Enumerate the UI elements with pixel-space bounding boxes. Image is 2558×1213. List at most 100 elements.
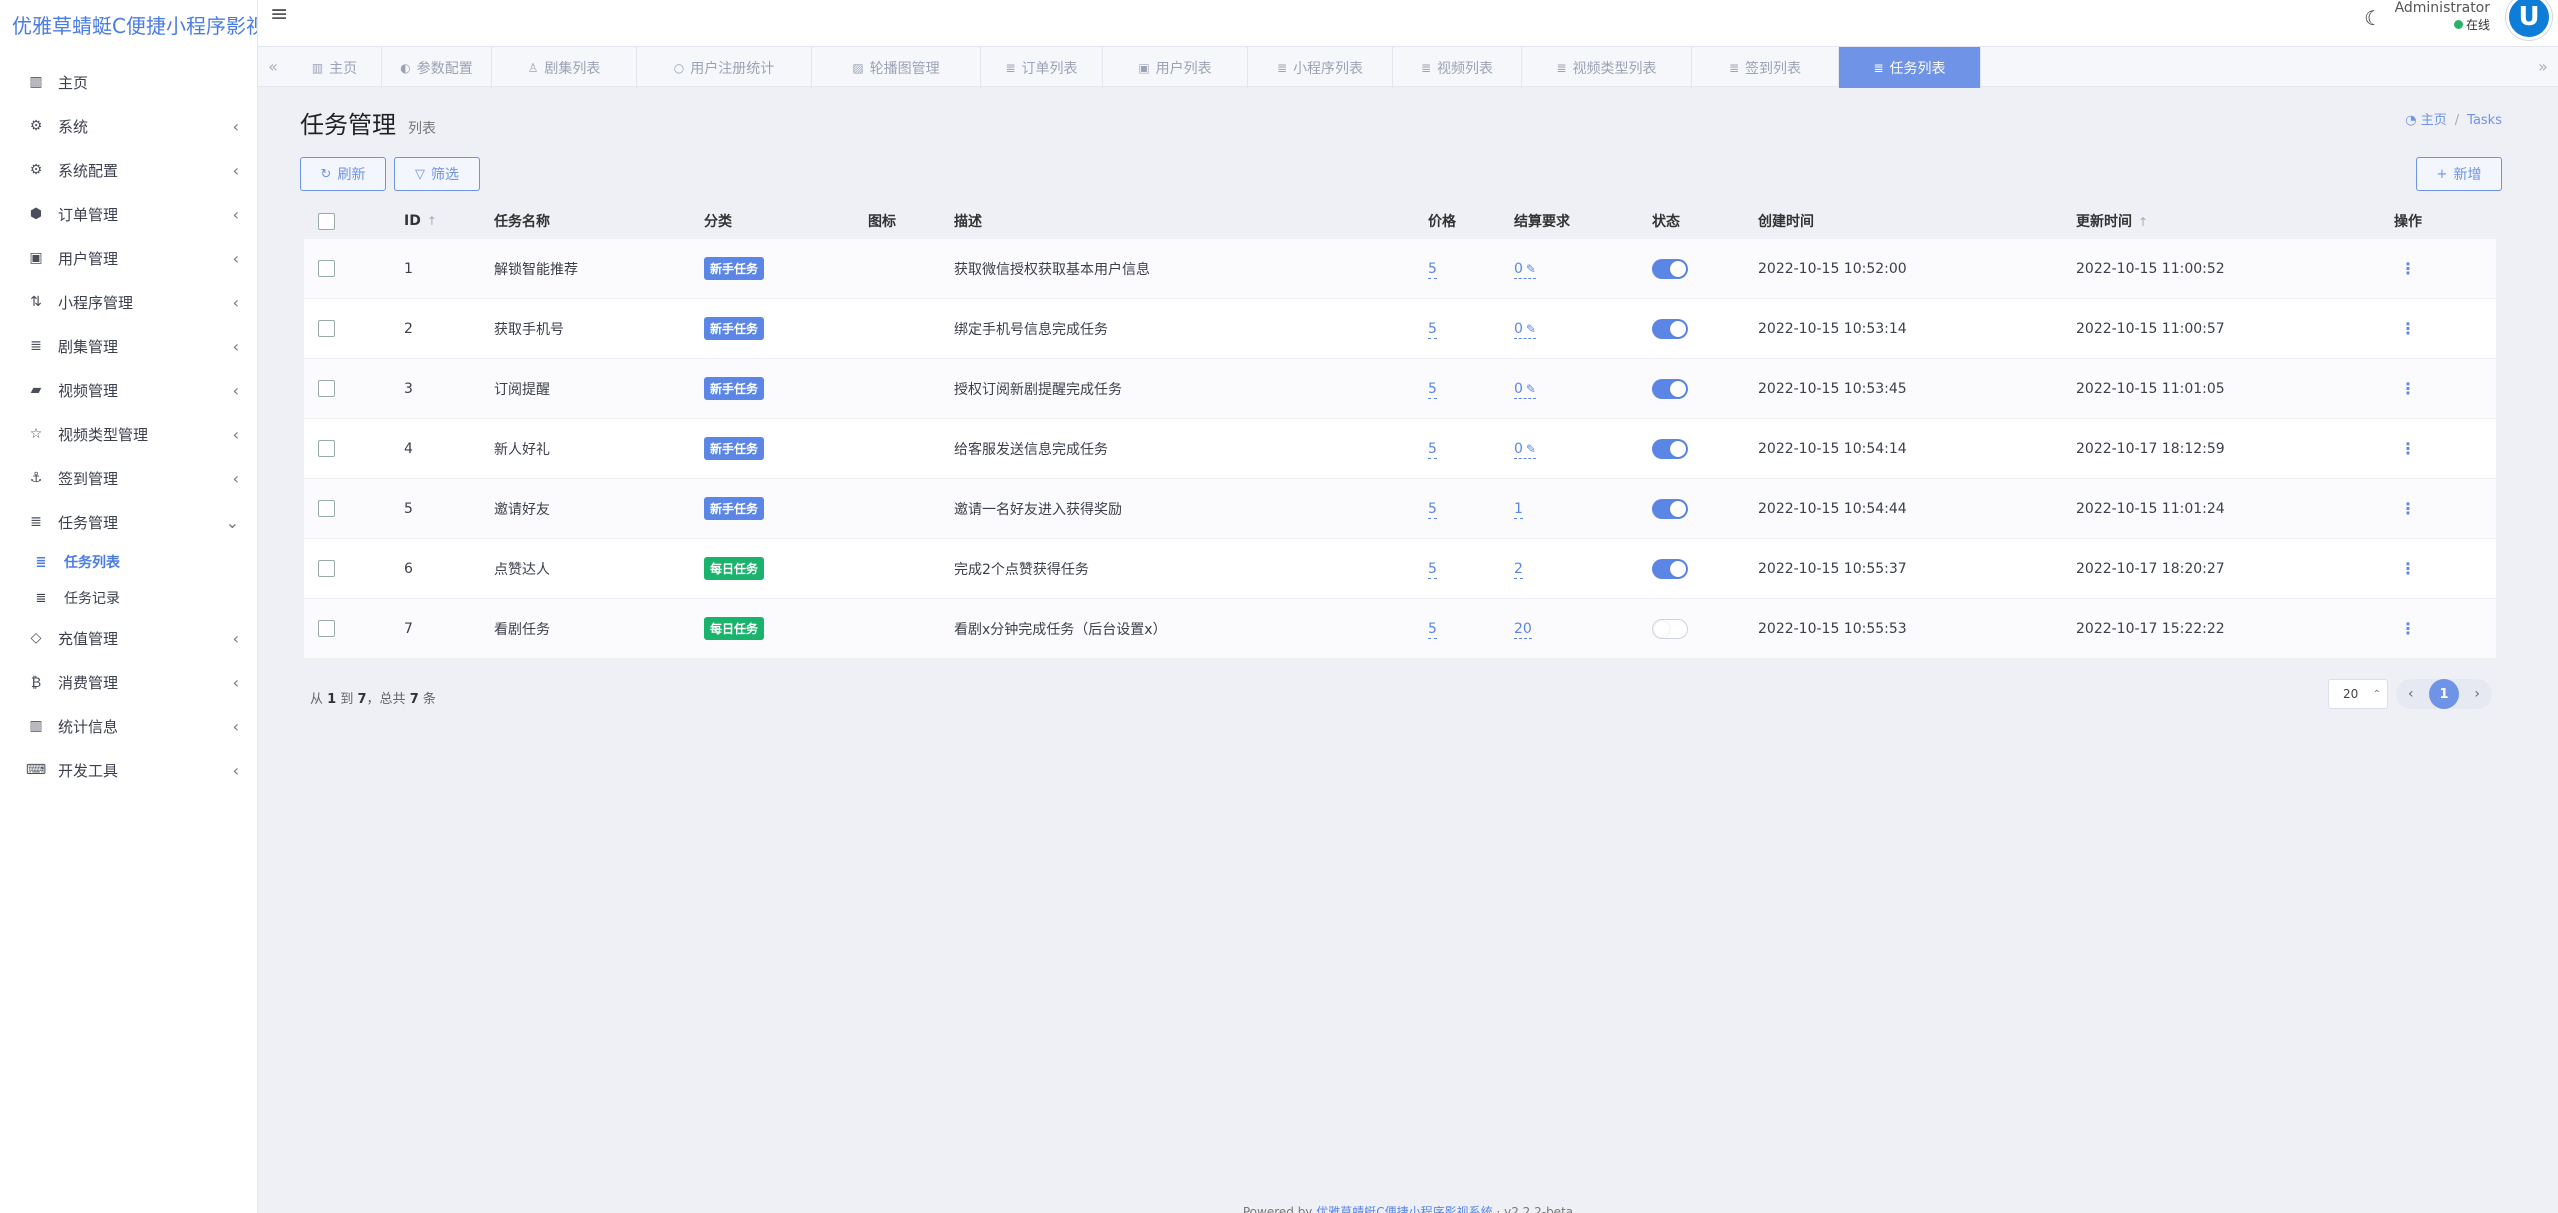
tab[interactable]: ≣ 视频列表 [1393,47,1522,88]
sidebar-item[interactable]: ⌨ 开发工具 ‹ [0,748,257,792]
sidebar-item[interactable]: ⇅ 小程序管理 ‹ [0,280,257,324]
user-info[interactable]: Administrator 在线 [2395,0,2490,33]
price-editable[interactable]: 5 [1428,320,1437,339]
sidebar-item[interactable]: ≣ 剧集管理 ‹ [0,324,257,368]
price-editable[interactable]: 5 [1428,380,1437,399]
cogs-icon: ⚙ [29,162,43,178]
price-editable[interactable]: 5 [1428,620,1437,639]
tab[interactable]: ≣ 视频类型列表 [1522,47,1692,88]
sidebar-item[interactable]: ☆ 视频类型管理 ‹ [0,412,257,456]
status-toggle[interactable] [1652,558,1688,579]
cell-requirement: 0 ✎ [1500,260,1638,279]
requirement-editable[interactable]: 0 ✎ [1514,380,1536,399]
tab[interactable]: ≣ 签到列表 [1692,47,1839,88]
footer-link[interactable]: 优雅草蜻蜓C便捷小程序影视系统 [1316,1205,1492,1213]
sidebar-item[interactable]: ◇ 充值管理 ‹ [0,616,257,660]
select-all-checkbox[interactable] [318,212,335,230]
breadcrumb-home[interactable]: 主页 [2421,113,2447,128]
row-checkbox[interactable] [318,560,335,577]
more-options-icon[interactable]: ⋮ [2394,619,2422,638]
status-toggle[interactable] [1652,498,1688,519]
sidebar-item[interactable]: ▣ 用户管理 ‹ [0,236,257,280]
status-toggle[interactable] [1652,618,1688,639]
tabs-scroll-right-icon[interactable]: » [2528,47,2558,86]
requirement-editable[interactable]: 0 ✎ [1514,440,1536,459]
more-options-icon[interactable]: ⋮ [2394,499,2422,518]
tab-label: 视频类型列表 [1572,60,1657,77]
price-editable[interactable]: 5 [1428,440,1437,459]
chevron-up-icon: ⌃ [2372,688,2381,700]
more-options-icon[interactable]: ⋮ [2394,379,2422,398]
cell-category: 新手任务 [690,437,854,460]
price-editable[interactable]: 5 [1428,260,1437,279]
refresh-button[interactable]: ↻ 刷新 [300,157,386,191]
pagination: ‹ 1 › [2396,679,2492,709]
tab[interactable]: ▣ 用户列表 [1103,47,1248,88]
header-updated[interactable]: 更新时间 ↑ [2062,211,2380,231]
tab[interactable]: ≣ 小程序列表 [1248,47,1393,88]
more-options-icon[interactable]: ⋮ [2394,559,2422,578]
more-options-icon[interactable]: ⋮ [2394,439,2422,458]
tab[interactable]: ♙ 剧集列表 [492,47,637,88]
add-button[interactable]: + 新增 [2416,157,2502,191]
sidebar-item[interactable]: ⚓ 签到管理 ‹ [0,456,257,500]
requirement-editable[interactable]: 2 [1514,560,1523,579]
menu-toggle-icon[interactable]: ≡ [270,2,288,27]
requirement-editable[interactable]: 1 [1514,500,1523,519]
page-number-button[interactable]: 1 [2429,679,2459,709]
tab[interactable]: ○ 用户注册统计 [637,47,812,88]
row-checkbox[interactable] [318,500,335,517]
brand-title[interactable]: 优雅草蜻蜓C便捷小程序影视 [0,0,257,48]
row-checkbox[interactable] [318,380,335,397]
avatar[interactable]: U [2506,0,2552,40]
status-toggle[interactable] [1652,378,1688,399]
sidebar-subitem[interactable]: ≣ 任务列表 [0,544,257,580]
row-checkbox[interactable] [318,260,335,277]
sidebar-item[interactable]: ⚙ 系统配置 ‹ [0,148,257,192]
sidebar-item[interactable]: ⬢ 订单管理 ‹ [0,192,257,236]
sidebar-item[interactable]: ₿ 消费管理 ‹ [0,660,257,704]
page-size-select[interactable]: 20 ⌃ [2328,679,2388,709]
tab[interactable]: ▨ 轮播图管理 [812,47,981,88]
cell-updated: 2022-10-17 18:20:27 [2076,560,2225,577]
row-checkbox[interactable] [318,440,335,457]
filter-button[interactable]: ▽ 筛选 [394,157,480,191]
sidebar-item-label: 主页 [58,73,89,92]
price-editable[interactable]: 5 [1428,560,1437,579]
row-checkbox[interactable] [318,320,335,337]
price-editable[interactable]: 5 [1428,500,1437,519]
next-page-icon[interactable]: › [2468,686,2486,702]
more-options-icon[interactable]: ⋮ [2394,319,2422,338]
requirement-editable[interactable]: 20 [1514,620,1532,639]
sidebar-item-label: 任务管理 [58,513,119,532]
requirement-editable[interactable]: 0 ✎ [1514,260,1536,279]
pencil-icon: ✎ [1525,321,1536,336]
tabs-scroll-left-icon[interactable]: « [258,47,288,86]
tab-bar: « ▥ 主页 ◐ 参数配置 ♙ 剧集列表 ○ 用户注册统计 ▨ 轮播图管理 ≣ 订单列表 ▣ 用户列表 ≣ 小程… [258,46,2558,88]
requirement-editable[interactable]: 0 ✎ [1514,320,1536,339]
sidebar-subitem[interactable]: ≣ 任务记录 [0,580,257,616]
status-toggle[interactable] [1652,258,1688,279]
sidebar-item[interactable]: ▰ 视频管理 ‹ [0,368,257,412]
sidebar-item[interactable]: ⚙ 系统 ‹ [0,104,257,148]
sidebar-item[interactable]: ▥ 统计信息 ‹ [0,704,257,748]
moon-icon[interactable]: ☾ [2364,6,2382,30]
header-id[interactable]: ID ↑ [390,213,480,229]
header-created: 创建时间 [1758,214,1814,230]
sidebar-item[interactable]: ≣ 任务管理 ⌄ [0,500,257,544]
tab[interactable]: ◐ 参数配置 [382,47,492,88]
user-card-icon: ▣ [1138,60,1150,75]
sort-icon: ↑ [426,214,437,228]
chevron-icon: ⌄ [225,512,239,532]
status-toggle[interactable] [1652,318,1688,339]
cell-name: 订阅提醒 [494,381,550,398]
prev-page-icon[interactable]: ‹ [2402,686,2420,702]
row-select-cell [304,440,390,457]
more-options-icon[interactable]: ⋮ [2394,259,2422,278]
row-checkbox[interactable] [318,620,335,637]
tab[interactable]: ≣ 任务列表 [1839,47,1981,88]
tab[interactable]: ▥ 主页 [288,47,382,88]
status-toggle[interactable] [1652,438,1688,459]
tab[interactable]: ≣ 订单列表 [981,47,1103,88]
sidebar-item[interactable]: ▥ 主页 [0,60,257,104]
